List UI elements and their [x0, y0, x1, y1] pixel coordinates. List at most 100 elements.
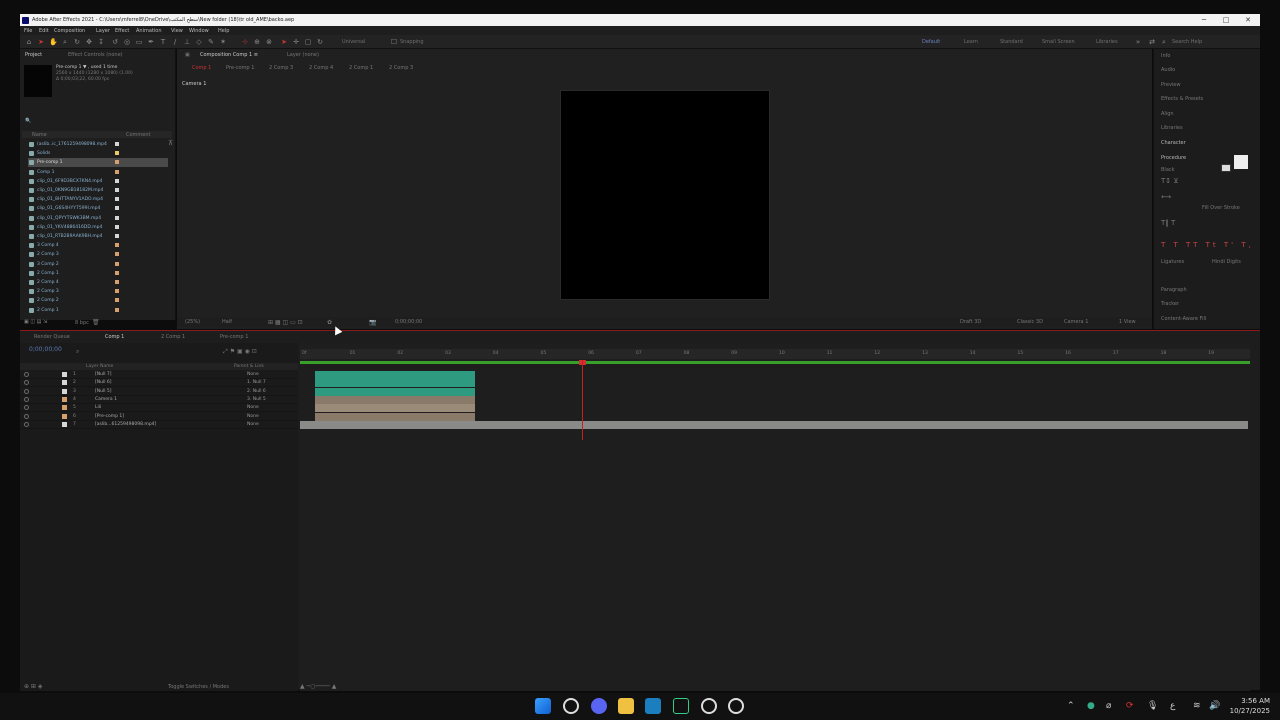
orbit-tool-icon[interactable]: ↻	[73, 38, 81, 46]
project-item[interactable]: clip_01_6F9D3BCX7KN4.mp4	[28, 177, 168, 186]
layer-name[interactable]: Camera 1	[95, 397, 117, 402]
clone-stamp-tool-icon[interactable]: ⊥	[183, 38, 191, 46]
world-axis-icon[interactable]: ⊕	[253, 38, 261, 46]
magnification-dropdown[interactable]: (25%)	[185, 319, 200, 325]
workspace-libraries[interactable]: Libraries	[1096, 39, 1118, 45]
timeline-switch-icons[interactable]: ⤢ ⚑ ▣ ◉ ⊡	[223, 348, 257, 356]
label-color-swatch[interactable]	[115, 169, 119, 174]
project-footer-icons[interactable]: ▣ ◫ ▤ ⇲	[24, 319, 47, 325]
layer-duration-bar[interactable]	[315, 387, 475, 396]
camera-dropdown[interactable]: Camera 1	[1064, 319, 1088, 325]
layer-duration-bar[interactable]	[315, 395, 475, 404]
toggle-switches-modes[interactable]: Toggle Switches / Modes	[168, 684, 229, 690]
timeline-search-icon[interactable]: ⌕	[76, 348, 79, 356]
text-format-icons[interactable]: T T TT Tt T' T,	[1161, 241, 1254, 249]
visibility-eye-icon[interactable]	[24, 388, 29, 394]
project-item[interactable]: 2 Comp 2	[28, 296, 168, 305]
label-color-swatch[interactable]	[115, 224, 119, 229]
project-item[interactable]: Pre-comp 1	[28, 158, 168, 168]
show-snapshot-icon[interactable]: ✿	[327, 319, 332, 326]
home-icon[interactable]: ⌂	[25, 38, 33, 46]
visibility-eye-icon[interactable]	[24, 413, 29, 419]
breadcrumb-2comp3[interactable]: 2 Comp 3	[269, 65, 293, 71]
timeline-timecode[interactable]: 0;00;00;00	[29, 346, 62, 353]
universal-label[interactable]: Universal	[342, 39, 365, 45]
tab-project[interactable]: Project	[25, 52, 42, 58]
work-area-bar[interactable]	[300, 361, 1250, 364]
panel-preview[interactable]: Preview	[1161, 82, 1180, 88]
menu-effect[interactable]: Effect	[115, 28, 129, 34]
font-style-dropdown[interactable]: Black	[1161, 167, 1175, 173]
tray-network-off-icon[interactable]: ⌀	[1106, 701, 1111, 711]
breadcrumb-2comp1[interactable]: 2 Comp 1	[349, 65, 373, 71]
layer-row[interactable]: 6 [Pre-comp 1] None	[20, 413, 298, 421]
label-color-swatch[interactable]	[115, 215, 119, 220]
hindi-digits-checkbox[interactable]: Hindi Digits	[1212, 259, 1241, 265]
hand-tool-icon[interactable]: ✋	[49, 38, 58, 46]
workspace-menu-icon[interactable]: »	[1134, 38, 1142, 46]
layer-row[interactable]: 1 [Null 7] None	[20, 371, 298, 379]
menu-view[interactable]: View	[171, 28, 183, 34]
roto-brush-tool-icon[interactable]: ✎	[207, 38, 215, 46]
panel-libraries[interactable]: Libraries	[1161, 125, 1183, 131]
view-axis-icon[interactable]: ⊗	[265, 38, 273, 46]
brush-tool-icon[interactable]: /	[171, 38, 179, 46]
label-color-swatch[interactable]	[115, 206, 119, 211]
dolly-tool-icon[interactable]: ↧	[97, 38, 105, 46]
layer-duration-bar[interactable]	[300, 420, 1248, 429]
label-color-swatch[interactable]	[115, 151, 119, 156]
visibility-eye-icon[interactable]	[24, 380, 29, 386]
label-color-swatch[interactable]	[115, 252, 119, 257]
bpc-label[interactable]: 8 bpc	[75, 320, 89, 326]
steam-icon[interactable]	[645, 698, 661, 714]
pen-tool-icon[interactable]: ✒	[147, 38, 155, 46]
layer-row[interactable]: 2 [Null 6] 1. Null 7	[20, 379, 298, 388]
stroke-color-swatch[interactable]	[1221, 164, 1231, 172]
project-item[interactable]: 2 Comp 4	[28, 278, 168, 287]
snapping-checkbox-icon[interactable]: ☐	[390, 38, 398, 46]
label-color-swatch[interactable]	[115, 261, 119, 266]
resolution-dropdown[interactable]: Half	[222, 319, 232, 325]
label-color-swatch[interactable]	[115, 243, 119, 248]
menu-edit[interactable]: Edit	[39, 28, 49, 34]
project-item[interactable]: clip_01_QPYYTSWK3BM.mp4	[28, 214, 168, 223]
discord-icon[interactable]	[591, 698, 607, 714]
file-explorer-icon[interactable]	[618, 698, 634, 714]
layer-row[interactable]: 3 [Null 5] 2. Null 6	[20, 388, 298, 396]
layer-name[interactable]: [Null 7]	[95, 372, 112, 377]
layer-name[interactable]: [Null 6]	[95, 380, 112, 385]
menu-help[interactable]: Help	[218, 28, 229, 34]
tray-mic-icon[interactable]: 🎙	[1147, 701, 1158, 711]
camera-snapshot-icon[interactable]: 📷	[369, 319, 376, 326]
close-button[interactable]: ✕	[1242, 16, 1254, 24]
label-color-swatch[interactable]	[115, 298, 119, 303]
layer-duration-bar[interactable]	[315, 371, 475, 379]
search-help-input[interactable]: Search Help	[1172, 39, 1202, 45]
project-tree-icon[interactable]: ⊼	[168, 139, 173, 147]
project-item[interactable]: Comp 1	[28, 168, 168, 177]
label-color-swatch[interactable]	[115, 289, 119, 294]
visibility-eye-icon[interactable]	[24, 421, 29, 427]
language-indicator[interactable]: ع	[1170, 701, 1175, 711]
chrome-icon[interactable]	[701, 698, 717, 714]
workspace-standard[interactable]: Standard	[1000, 39, 1023, 45]
project-item[interactable]: (aslib..ic_1761259498098.mp4	[28, 140, 168, 149]
timeline-zoom-slider[interactable]: ▲ ─○──── ▲	[300, 683, 336, 690]
move-icon[interactable]: ✛	[292, 38, 300, 46]
maximize-button[interactable]: □	[1220, 16, 1232, 24]
pan-behind-tool-icon[interactable]: ◎	[123, 38, 131, 46]
tray-app-icon[interactable]: ●	[1087, 701, 1095, 711]
panel-content-aware-fill[interactable]: Content-Aware Fill	[1161, 316, 1206, 322]
layer-row[interactable]: 5 Lili None	[20, 404, 298, 413]
eraser-tool-icon[interactable]: ◇	[195, 38, 203, 46]
snapping-label[interactable]: Snapping	[400, 39, 424, 45]
project-item[interactable]: Solids	[28, 149, 168, 158]
tray-chevron-icon[interactable]: ⌃	[1067, 701, 1075, 711]
parent-dropdown[interactable]: None	[247, 422, 259, 427]
visibility-eye-icon[interactable]	[24, 396, 29, 402]
wifi-icon[interactable]: ≋	[1193, 701, 1201, 711]
project-item[interactable]: 2 Comp 3	[28, 250, 168, 259]
project-item[interactable]: clip_01_8HTTANYV1ADO.mp4	[28, 195, 168, 204]
view-layout-dropdown[interactable]: 1 View	[1119, 319, 1136, 325]
fill-color-swatch[interactable]	[1234, 155, 1248, 169]
